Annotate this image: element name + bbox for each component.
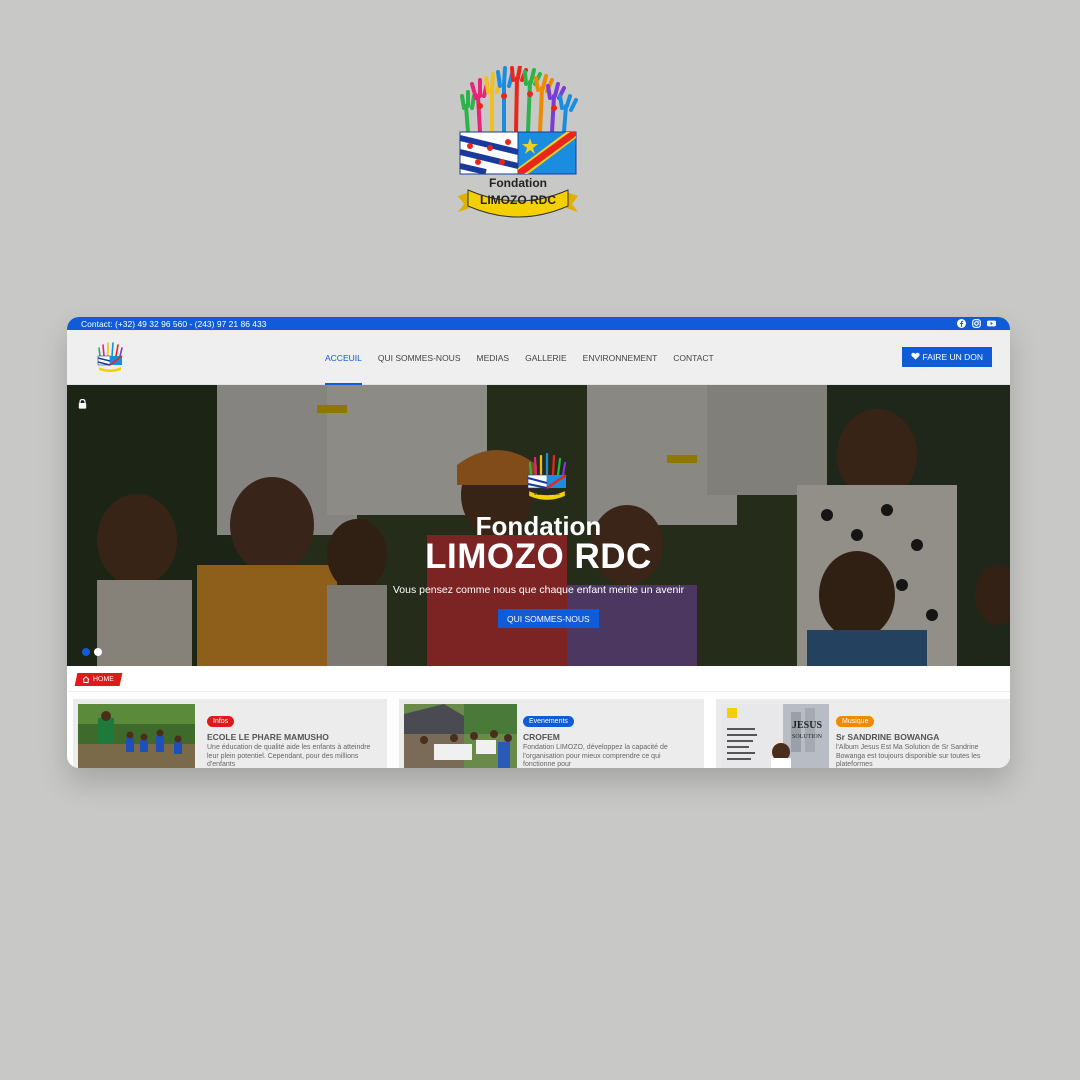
card-title[interactable]: Sr SANDRINE BOWANGA (836, 732, 939, 742)
hero-subtitle: Vous pensez comme nous que chaque enfant… (392, 584, 685, 596)
card-thumbnail (78, 704, 195, 768)
top-contact-bar: Contact: (+32) 49 32 96 560 - (243) 97 2… (67, 317, 1010, 330)
nav-item-contact[interactable]: CONTACT (665, 330, 721, 385)
nav-item-medias[interactable]: MEDIAS (469, 330, 518, 385)
breadcrumb-home-label: HOME (92, 676, 115, 683)
donate-label: FAIRE UN DON (922, 352, 983, 362)
nav-item-environnement[interactable]: ENVIRONNEMENT (575, 330, 666, 385)
news-card[interactable]: Infos ECOLE LE PHARE MAMUSHO Une éducati… (73, 699, 387, 768)
hero-title-line2: LIMOZO RDC (425, 537, 652, 576)
card-thumbnail: JESUS SOLUTION (721, 704, 829, 768)
donate-button[interactable]: FAIRE UN DON (901, 347, 992, 367)
main-menu: ACCEUIL QUI SOMMES-NOUS MEDIAS GALLERIE … (317, 330, 722, 385)
hero-slider: LIMOZO RDC Fondation LIMOZO RDC Vous pen… (67, 385, 1010, 666)
breadcrumb: HOME (67, 666, 1010, 692)
browser-window: Contact: (+32) 49 32 96 560 - (243) 97 2… (67, 317, 1010, 768)
breadcrumb-home[interactable]: HOME (74, 673, 123, 686)
news-card[interactable]: JESUS SOLUTION Musique Sr SANDRINE BOWAN… (716, 699, 1010, 768)
nav-item-acceuil[interactable]: ACCEUIL (317, 330, 370, 385)
hero-logo: LIMOZO RDC (526, 452, 568, 501)
lock-icon (78, 396, 87, 409)
svg-text:LIMOZO RDC: LIMOZO RDC (534, 491, 559, 496)
card-excerpt: Une éducation de qualité aide les enfant… (207, 744, 371, 768)
category-badge: Infos (207, 716, 235, 727)
contact-info: Contact: (+32) 49 32 96 560 - (243) 97 2… (81, 318, 267, 329)
nav-item-gallerie[interactable]: GALLERIE (517, 330, 575, 385)
news-card[interactable]: Evenements CROFEM Fondation LIMOZO, déve… (399, 699, 704, 768)
slider-dot-2[interactable] (94, 648, 102, 656)
slider-dot-1[interactable] (82, 648, 90, 656)
svg-text:SOLUTION: SOLUTION (792, 734, 823, 740)
hero-cta-button[interactable]: QUI SOMMES-NOUS (498, 609, 599, 628)
home-icon (82, 676, 90, 683)
card-excerpt: Fondation LIMOZO, développez la capacité… (523, 744, 668, 768)
youtube-icon[interactable] (987, 319, 996, 328)
news-cards: Infos ECOLE LE PHARE MAMUSHO Une éducati… (67, 699, 1010, 768)
nav-item-qui-sommes-nous[interactable]: QUI SOMMES-NOUS (370, 330, 469, 385)
svg-text:JESUS: JESUS (792, 720, 822, 731)
slider-dots (82, 648, 102, 656)
heart-icon (910, 352, 920, 362)
svg-text:Fondation: Fondation (489, 176, 547, 190)
svg-text:LIMOZO RDC: LIMOZO RDC (480, 193, 556, 207)
foundation-logo: Fondation LIMOZO RDC (456, 64, 580, 222)
facebook-icon[interactable] (957, 319, 966, 328)
instagram-icon[interactable] (972, 319, 981, 328)
category-badge: Musique (836, 716, 875, 727)
main-navbar: ACCEUIL QUI SOMMES-NOUS MEDIAS GALLERIE … (67, 330, 1010, 385)
category-badge: Evenements (523, 716, 574, 727)
nav-logo[interactable] (96, 342, 124, 372)
card-title[interactable]: ECOLE LE PHARE MAMUSHO (207, 732, 329, 742)
card-excerpt: l'Album Jesus Est Ma Solution de Sr Sand… (836, 744, 981, 768)
card-title[interactable]: CROFEM (523, 732, 560, 742)
card-thumbnail (404, 704, 517, 768)
social-links (957, 319, 996, 328)
